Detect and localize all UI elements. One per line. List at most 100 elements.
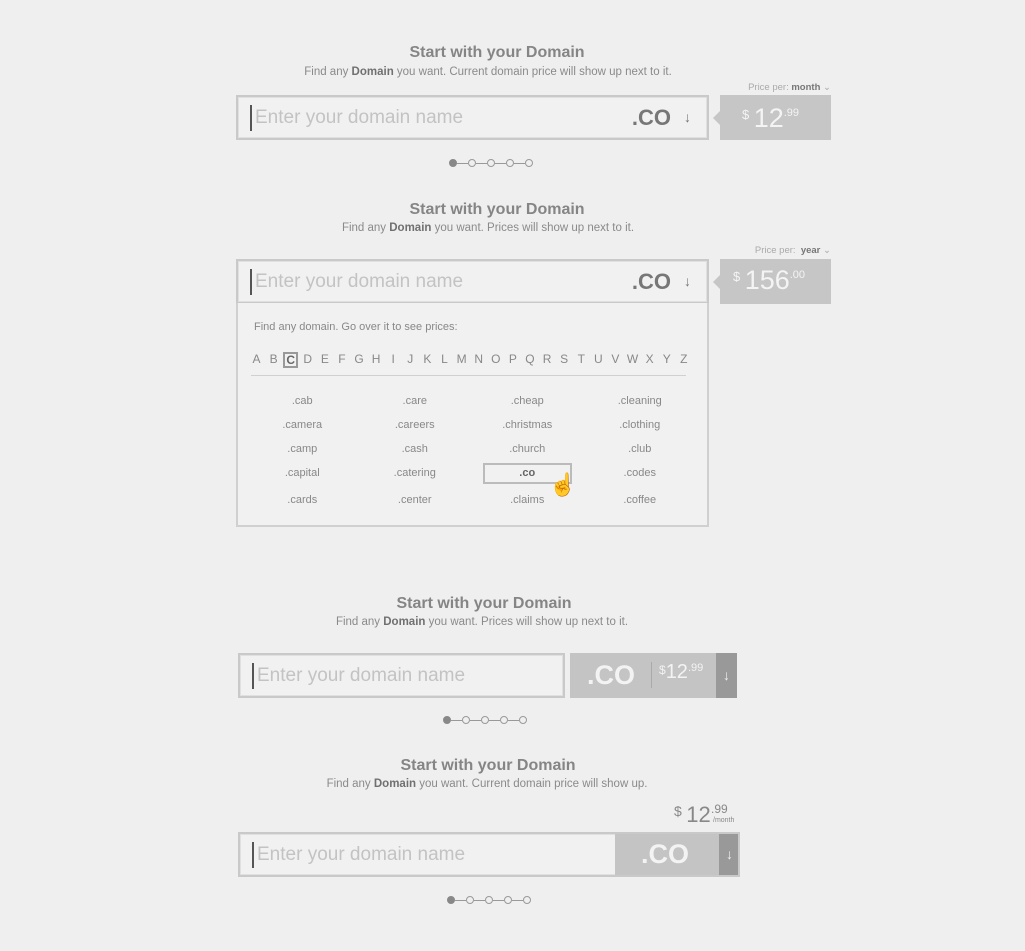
letter-s[interactable]: S <box>556 352 573 368</box>
tld-selector[interactable]: .CO <box>632 269 671 295</box>
domain-option[interactable]: .codes <box>584 466 697 481</box>
section1-title: Start with your Domain <box>409 44 585 61</box>
letter-d[interactable]: D <box>299 352 316 368</box>
letter-a[interactable]: A <box>248 352 265 368</box>
section3-title: Start with your Domain <box>396 595 572 612</box>
letter-q[interactable]: Q <box>521 352 538 368</box>
step-dot[interactable] <box>500 716 508 724</box>
letter-b[interactable]: B <box>265 352 282 368</box>
step-dot[interactable] <box>504 896 512 904</box>
domain-option[interactable]: .church <box>471 442 584 457</box>
letter-g[interactable]: G <box>350 352 367 368</box>
domain-input[interactable] <box>252 662 612 689</box>
domain-option[interactable]: .camera <box>246 418 359 433</box>
price-display: $ 156.00 <box>713 259 831 304</box>
section4-title: Start with your Domain <box>400 757 576 774</box>
domain-option[interactable]: .cleaning <box>584 394 697 409</box>
domain-input[interactable] <box>252 841 612 868</box>
step-dot[interactable] <box>487 159 495 167</box>
step-dot[interactable] <box>506 159 514 167</box>
domain-option[interactable]: .capital <box>246 466 359 481</box>
letter-l[interactable]: L <box>436 352 453 368</box>
letter-r[interactable]: R <box>539 352 556 368</box>
step-indicator <box>449 159 533 167</box>
step-dot[interactable] <box>519 716 527 724</box>
arrow-down-icon[interactable]: ↓ <box>684 109 691 125</box>
step-dot[interactable] <box>525 159 533 167</box>
domain-option[interactable]: .club <box>584 442 697 457</box>
domain-option[interactable]: .camp <box>246 442 359 457</box>
section4-subtitle: Find any Domain you want. Current domain… <box>326 778 648 790</box>
domain-option[interactable]: .clothing <box>584 418 697 433</box>
hand-cursor-icon: ☝ <box>549 472 577 497</box>
step-dot[interactable] <box>468 159 476 167</box>
domain-option[interactable]: .catering <box>359 466 472 481</box>
domain-option[interactable]: .cards <box>246 493 359 508</box>
letter-o[interactable]: O <box>487 352 504 368</box>
price-display: $ 12.99/month <box>674 802 735 827</box>
step-dot[interactable] <box>466 896 474 904</box>
step-dot[interactable] <box>447 896 455 904</box>
price-per-selector[interactable]: Price per: month ⌄ <box>631 82 831 93</box>
chevron-down-icon: ⌄ <box>823 245 831 256</box>
letter-f[interactable]: F <box>333 352 350 368</box>
letter-z[interactable]: Z <box>675 352 692 368</box>
tld-price-button[interactable]: .CO $12.99 <box>570 653 716 698</box>
step-dot[interactable] <box>481 716 489 724</box>
letter-m[interactable]: M <box>453 352 470 368</box>
price-per-selector[interactable]: Price per: year ⌄ <box>631 245 831 256</box>
section2-title: Start with your Domain <box>409 201 585 218</box>
letter-y[interactable]: Y <box>658 352 675 368</box>
letter-u[interactable]: U <box>590 352 607 368</box>
letter-w[interactable]: W <box>624 352 641 368</box>
arrow-down-icon[interactable]: ↓ <box>719 834 738 875</box>
domain-grid: .cab .care .cheap .cleaning .camera .careers.… <box>246 394 696 508</box>
letter-i[interactable]: I <box>385 352 402 368</box>
letter-c[interactable]: C <box>283 352 299 368</box>
domain-input[interactable] <box>250 268 610 295</box>
tld-label: .CO <box>587 660 636 690</box>
section2-subtitle: Find any Domain you want. Prices will sh… <box>341 222 635 234</box>
step-dot[interactable] <box>462 716 470 724</box>
domain-option[interactable]: .cash <box>359 442 472 457</box>
domain-input-box: .CO ↓ <box>236 95 709 140</box>
step-dot[interactable] <box>523 896 531 904</box>
domain-input-box: .CO ↓ <box>236 259 709 304</box>
domain-option[interactable]: .care <box>359 394 472 409</box>
domain-input-box: .CO ↓ <box>238 832 740 877</box>
domain-option[interactable]: .careers <box>359 418 472 433</box>
dropdown-hint: Find any domain. Go over it to see price… <box>254 321 458 333</box>
chevron-down-icon: ⌄ <box>823 82 831 93</box>
step-indicator <box>447 896 531 904</box>
letter-t[interactable]: T <box>573 352 590 368</box>
step-indicator <box>443 716 527 724</box>
section3-subtitle: Find any Domain you want. Prices will sh… <box>335 616 629 628</box>
price-display: $ 12.99 <box>713 95 831 140</box>
domain-option[interactable]: .cab <box>246 394 359 409</box>
domain-input[interactable] <box>250 104 610 131</box>
step-dot[interactable] <box>443 716 451 724</box>
letter-k[interactable]: K <box>419 352 436 368</box>
tld-selector[interactable]: .CO <box>632 105 671 131</box>
letter-j[interactable]: J <box>402 352 419 368</box>
domain-input-box <box>238 653 612 698</box>
alphabet-filter: ABCDEFGHIJKLMNOPQRSTUVWXYZ <box>248 352 692 368</box>
domain-option[interactable]: .center <box>359 493 472 508</box>
letter-h[interactable]: H <box>368 352 385 368</box>
step-dot[interactable] <box>449 159 457 167</box>
arrow-down-icon[interactable]: ↓ <box>716 653 737 698</box>
domain-option[interactable]: .christmas <box>471 418 584 433</box>
price-display: $12.99 <box>659 661 704 683</box>
arrow-down-icon[interactable]: ↓ <box>684 273 691 289</box>
letter-n[interactable]: N <box>470 352 487 368</box>
tld-selector[interactable]: .CO <box>615 834 719 875</box>
letter-v[interactable]: V <box>607 352 624 368</box>
letter-e[interactable]: E <box>316 352 333 368</box>
domain-option[interactable]: .coffee <box>584 493 697 508</box>
tld-dropdown: Find any domain. Go over it to see price… <box>236 303 709 527</box>
letter-x[interactable]: X <box>641 352 658 368</box>
step-dot[interactable] <box>485 896 493 904</box>
letter-p[interactable]: P <box>504 352 521 368</box>
divider <box>251 375 686 376</box>
domain-option[interactable]: .cheap <box>471 394 584 409</box>
